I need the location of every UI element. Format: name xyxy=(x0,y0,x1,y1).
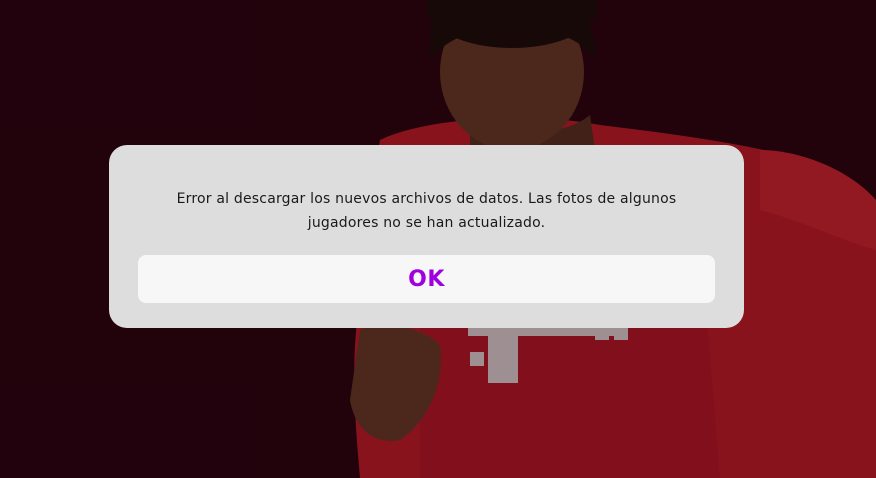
ok-button-label: OK xyxy=(408,266,445,292)
error-message: Error al descargar los nuevos archivos d… xyxy=(149,187,704,235)
error-dialog: Error al descargar los nuevos archivos d… xyxy=(109,145,744,328)
ok-button[interactable]: OK xyxy=(138,255,715,303)
error-message-line-1: Error al descargar los nuevos archivos d… xyxy=(176,191,677,207)
error-message-line-2: jugadores no se han actualizado. xyxy=(307,215,546,231)
